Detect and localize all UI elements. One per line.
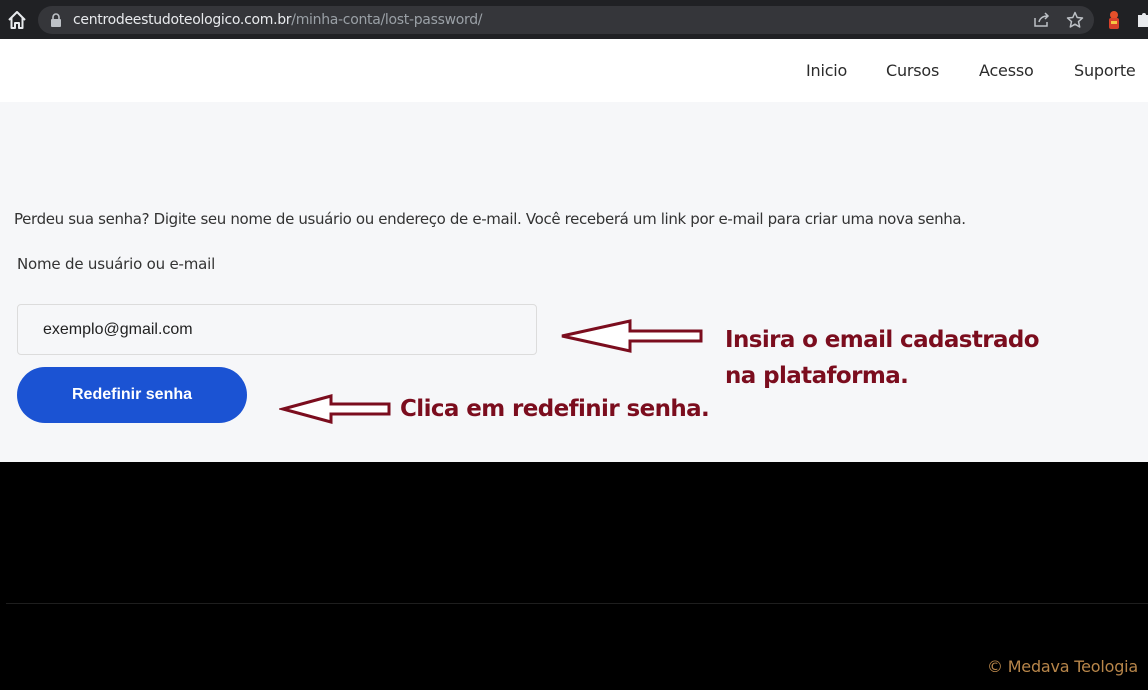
footer-divider: [6, 603, 1148, 604]
home-icon[interactable]: [6, 9, 28, 31]
url-host: centrodeestudoteologico.com.br: [73, 12, 292, 28]
star-icon[interactable]: [1066, 11, 1084, 29]
url-text[interactable]: centrodeestudoteologico.com.br/minha-con…: [73, 12, 483, 28]
browser-toolbar: centrodeestudoteologico.com.br/minha-con…: [0, 0, 1148, 39]
intro-text: Perdeu sua senha? Digite seu nome de usu…: [14, 210, 966, 228]
arrow-left-icon: [561, 319, 703, 353]
email-annotation-line2: na plataforma.: [725, 363, 909, 389]
site-header: Inicio Cursos Acesso Suporte: [0, 39, 1148, 102]
extension-icon[interactable]: [1106, 10, 1122, 30]
email-annotation-line1: Insira o email cadastrado: [725, 327, 1040, 353]
nav-item-cursos[interactable]: Cursos: [886, 61, 939, 81]
lost-password-section: Perdeu sua senha? Digite seu nome de usu…: [0, 102, 1148, 462]
puzzle-icon[interactable]: [1136, 10, 1148, 28]
arrow-left-icon: [279, 394, 391, 424]
email-field-label: Nome de usuário ou e-mail: [17, 255, 216, 273]
footer-copyright: © Medava Teologia: [987, 657, 1138, 676]
address-bar[interactable]: centrodeestudoteologico.com.br/minha-con…: [38, 6, 1094, 34]
reset-password-button[interactable]: Redefinir senha: [17, 367, 247, 423]
email-annotation: Insira o email cadastrado na plataforma.: [725, 322, 1040, 394]
button-annotation: Clica em redefinir senha.: [400, 396, 710, 422]
url-path: /minha-conta/lost-password/: [291, 12, 483, 28]
share-icon[interactable]: [1033, 12, 1051, 28]
nav-item-suporte[interactable]: Suporte: [1074, 61, 1136, 81]
nav-item-inicio[interactable]: Inicio: [806, 61, 847, 81]
email-field[interactable]: [17, 304, 537, 355]
lock-icon[interactable]: [50, 13, 62, 27]
nav-item-acesso[interactable]: Acesso: [979, 61, 1034, 81]
